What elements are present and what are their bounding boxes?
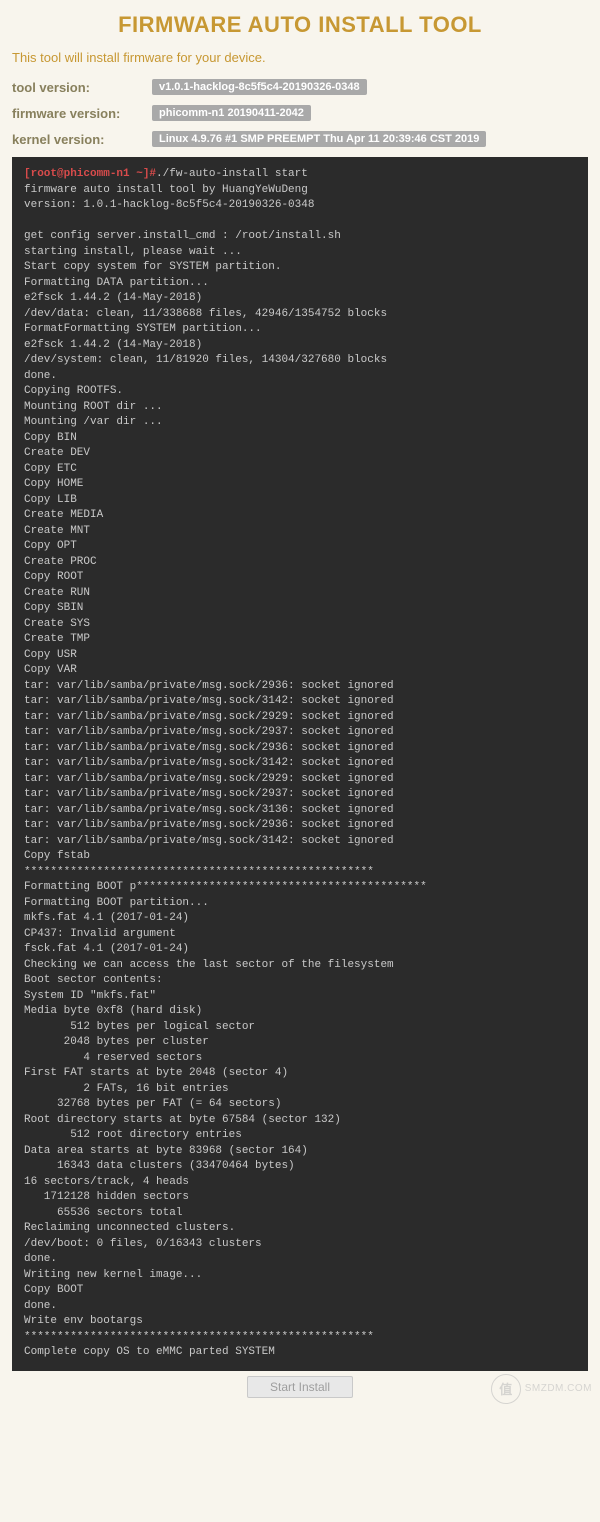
- tool-version-value: v1.0.1-hacklog-8c5f5c4-20190326-0348: [152, 79, 367, 95]
- page-title: FIRMWARE AUTO INSTALL TOOL: [12, 12, 588, 38]
- terminal-prompt: [root@phicomm-n1 ~]#: [24, 168, 156, 180]
- footer: Start Install: [12, 1371, 588, 1398]
- kernel-version-row: kernel version: Linux 4.9.76 #1 SMP PREE…: [12, 131, 588, 147]
- kernel-version-label: kernel version:: [12, 132, 142, 147]
- terminal-body: firmware auto install tool by HuangYeWuD…: [24, 184, 427, 1359]
- terminal-output: [root@phicomm-n1 ~]#./fw-auto-install st…: [12, 157, 588, 1371]
- terminal-cmd: ./fw-auto-install start: [156, 168, 308, 180]
- firmware-version-row: firmware version: phicomm-n1 20190411-20…: [12, 105, 588, 121]
- start-install-button[interactable]: Start Install: [247, 1376, 353, 1398]
- page-subtitle: This tool will install firmware for your…: [12, 50, 588, 65]
- firmware-version-value: phicomm-n1 20190411-2042: [152, 105, 311, 121]
- tool-version-label: tool version:: [12, 80, 142, 95]
- firmware-version-label: firmware version:: [12, 106, 142, 121]
- kernel-version-value: Linux 4.9.76 #1 SMP PREEMPT Thu Apr 11 2…: [152, 131, 486, 147]
- tool-version-row: tool version: v1.0.1-hacklog-8c5f5c4-201…: [12, 79, 588, 95]
